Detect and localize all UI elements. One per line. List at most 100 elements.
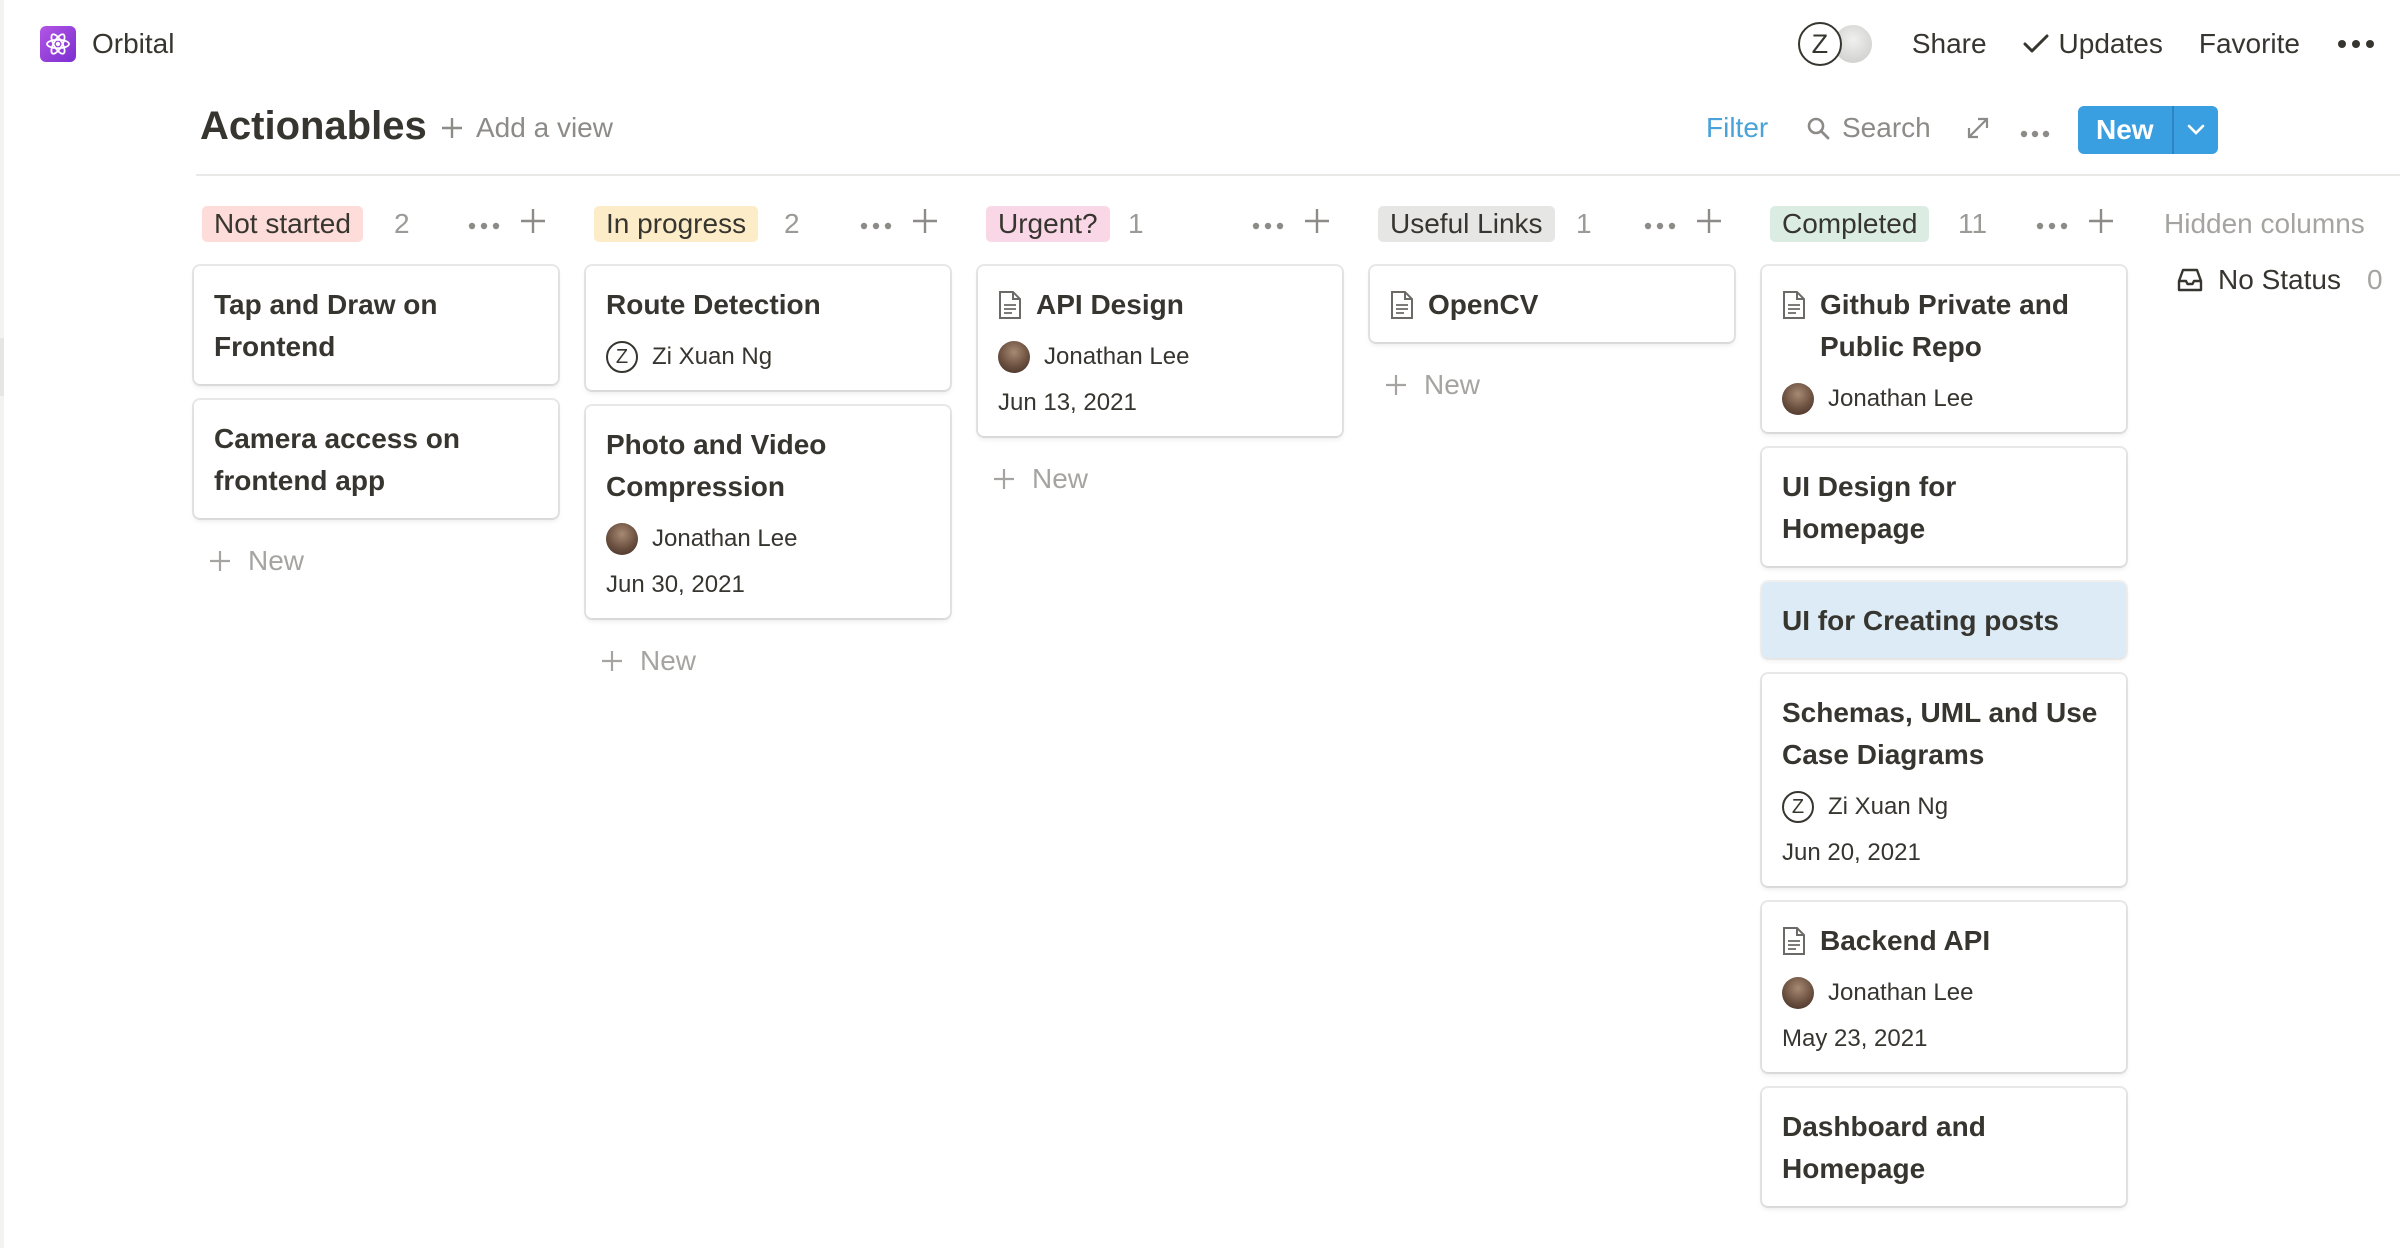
card-title: UI for Creating posts: [1782, 600, 2106, 642]
favorite-button[interactable]: Favorite: [2199, 28, 2300, 60]
card-title-text: Tap and Draw on Frontend: [214, 289, 438, 362]
hidden-columns-title: Hidden columns: [2164, 208, 2365, 239]
column-add-icon[interactable]: [1302, 206, 1332, 241]
assignee-name: Zi Xuan Ng: [652, 343, 773, 370]
column-add-icon[interactable]: [2086, 206, 2116, 241]
card-date: Jun 13, 2021: [998, 389, 1137, 416]
card-title: Tap and Draw on Frontend: [214, 284, 538, 368]
sidebar-resize-handle[interactable]: [0, 338, 4, 396]
column-label[interactable]: Urgent?: [986, 206, 1110, 242]
column-header: Not started 2: [194, 198, 558, 250]
column-label[interactable]: Completed: [1770, 206, 1930, 242]
assignee-name: Jonathan Lee: [1044, 343, 1190, 370]
column-count: 1: [1128, 208, 1144, 239]
board-card[interactable]: Route Detection Z Zi Xuan Ng: [586, 266, 950, 390]
column-more-icon[interactable]: [860, 218, 892, 236]
view-options-icon[interactable]: [2020, 126, 2050, 144]
page-title: Actionables: [200, 104, 427, 148]
search-button[interactable]: Search: [1806, 112, 1931, 144]
new-button-label: New: [2078, 106, 2172, 154]
share-label: Share: [1911, 28, 1987, 59]
plus-icon: [602, 651, 622, 671]
avatar[interactable]: Z: [1797, 22, 1842, 66]
add-card-label: New: [1032, 463, 1089, 494]
board-card[interactable]: API Design Jonathan Lee Jun 13, 2021: [978, 266, 1342, 436]
avatar: [1782, 383, 1814, 415]
chevron-down-icon[interactable]: [2171, 106, 2218, 154]
expand-icon[interactable]: [1966, 116, 1990, 145]
page-icon: [1391, 291, 1413, 319]
filter-button[interactable]: Filter: [1706, 112, 1768, 144]
workspace-breadcrumb[interactable]: Orbital: [40, 24, 174, 64]
plus-icon: [1386, 375, 1406, 395]
assignee-name: Jonathan Lee: [1828, 385, 1974, 412]
column-completed: Completed 11 Github Private and Public R…: [1762, 198, 2126, 1206]
updates-button[interactable]: Updates: [2023, 28, 2163, 60]
collaborator-avatars[interactable]: Z: [1797, 22, 1874, 66]
database-header: Actionables Add a view Filter Search New: [200, 100, 2218, 160]
board-card[interactable]: Dashboard and Homepage: [1762, 1088, 2126, 1206]
card-title-text: Github Private and Public Repo: [1820, 289, 2069, 362]
column-more-icon[interactable]: [1644, 218, 1676, 236]
column-add-icon[interactable]: [910, 206, 940, 241]
add-card-button[interactable]: New: [1370, 364, 1734, 406]
plus-icon: [994, 469, 1014, 489]
column-header: Useful Links 1: [1370, 198, 1734, 250]
board-card[interactable]: Github Private and Public Repo Jonathan …: [1762, 266, 2126, 432]
add-card-label: New: [1424, 369, 1481, 400]
column-more-icon[interactable]: [468, 218, 500, 236]
column-header: In progress 2: [586, 198, 950, 250]
new-button[interactable]: New: [2078, 106, 2218, 154]
add-card-button[interactable]: New: [194, 540, 558, 582]
column-add-icon[interactable]: [1694, 206, 1724, 241]
workspace-name: Orbital: [92, 28, 175, 59]
more-options-icon[interactable]: [2336, 38, 2376, 50]
card-title: Backend API: [1782, 920, 2106, 962]
column-label[interactable]: Useful Links: [1378, 206, 1555, 242]
add-view-button[interactable]: Add a view: [440, 112, 613, 144]
board-card[interactable]: Camera access on frontend app: [194, 400, 558, 518]
board-card[interactable]: UI Design for Homepage: [1762, 448, 2126, 566]
card-title-text: UI Design for Homepage: [1782, 471, 1957, 544]
board-card[interactable]: Backend API Jonathan Lee May 23, 2021: [1762, 902, 2126, 1072]
card-title: Dashboard and Homepage: [1782, 1106, 2106, 1190]
card-title: Github Private and Public Repo: [1782, 284, 2106, 368]
column-label[interactable]: Not started: [202, 206, 363, 242]
page-icon: [1783, 291, 1805, 319]
hidden-column-no-status[interactable]: No Status 0: [2164, 264, 2400, 296]
page-icon: [999, 291, 1021, 319]
add-card-button[interactable]: New: [978, 458, 1342, 500]
card-assignee: Z Zi Xuan Ng: [606, 340, 930, 374]
column-label[interactable]: In progress: [594, 206, 759, 242]
avatar: Z: [1782, 791, 1814, 823]
add-card-button[interactable]: New: [586, 640, 950, 682]
board-card[interactable]: Schemas, UML and Use Case Diagrams Z Zi …: [1762, 674, 2126, 886]
card-assignee: Jonathan Lee: [1782, 382, 2106, 416]
column-header: Urgent? 1: [978, 198, 1342, 250]
header-divider: [196, 174, 2400, 176]
hidden-column-count: 0: [2366, 264, 2383, 295]
card-title-text: OpenCV: [1428, 289, 1539, 320]
column-count: 11: [1958, 208, 1988, 239]
avatar: [998, 341, 1030, 373]
checkmark-icon: [2023, 34, 2049, 53]
card-assignee: Jonathan Lee: [606, 522, 930, 556]
column-more-icon[interactable]: [2036, 218, 2068, 236]
board-card[interactable]: Photo and Video Compression Jonathan Lee…: [586, 406, 950, 618]
page-icon: [1783, 927, 1805, 955]
board-card[interactable]: OpenCV: [1370, 266, 1734, 342]
column-more-icon[interactable]: [1252, 218, 1284, 236]
card-date: Jun 20, 2021: [1782, 839, 1921, 866]
column-count: 2: [394, 208, 410, 239]
updates-label: Updates: [2058, 28, 2163, 59]
card-title-text: Dashboard and Homepage: [1782, 1111, 1986, 1184]
column-urgent: Urgent? 1 API Design Jonathan Lee Jun 13…: [978, 198, 1342, 500]
card-title-text: UI for Creating posts: [1782, 605, 2059, 636]
board-card[interactable]: Tap and Draw on Frontend: [194, 266, 558, 384]
card-title-text: Camera access on frontend app: [214, 423, 460, 496]
board-card[interactable]: UI for Creating posts: [1762, 582, 2126, 658]
share-button[interactable]: Share: [1912, 28, 1987, 60]
column-add-icon[interactable]: [518, 206, 548, 241]
card-title: API Design: [998, 284, 1322, 326]
column-count: 2: [784, 208, 800, 239]
